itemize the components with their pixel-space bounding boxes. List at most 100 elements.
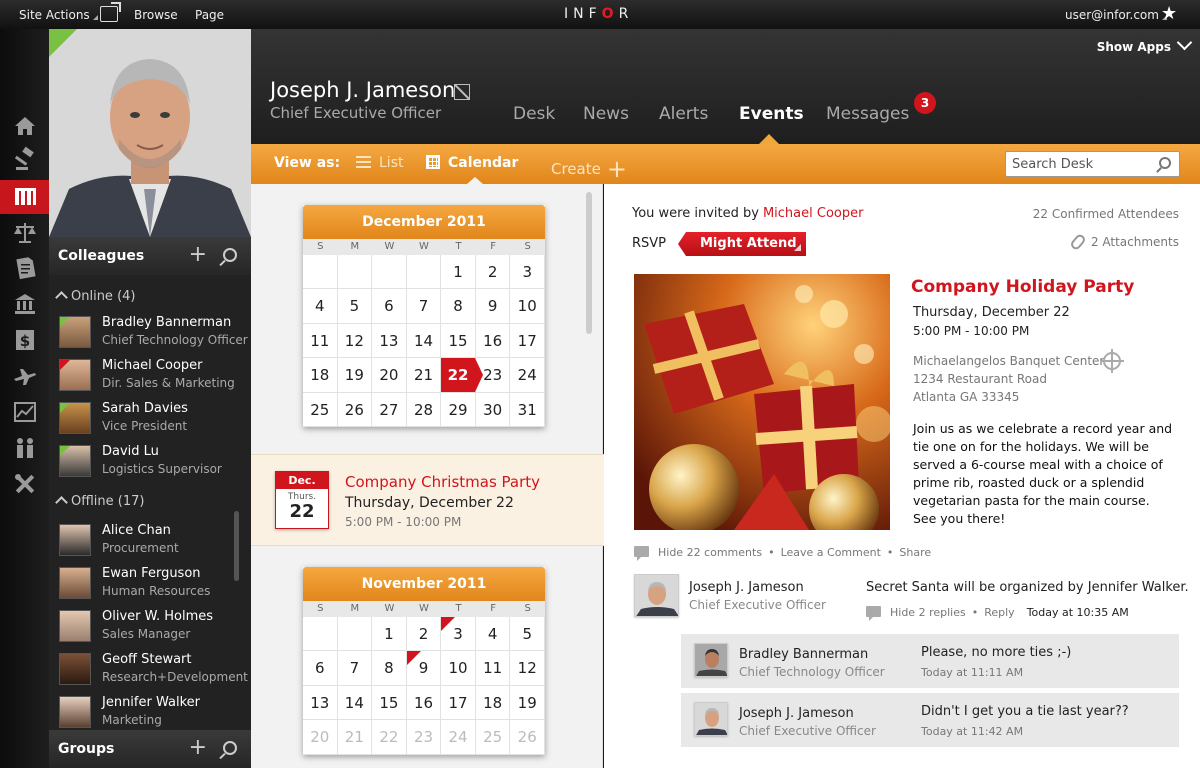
- colleague-item[interactable]: Ewan Ferguson Human Resources: [59, 565, 244, 605]
- calendar-day[interactable]: 26: [337, 392, 373, 427]
- calendar-day[interactable]: 8: [441, 289, 476, 324]
- calendar-day[interactable]: 7: [406, 289, 442, 324]
- calendar-day[interactable]: 11: [475, 651, 511, 686]
- calendar-day[interactable]: 17: [441, 685, 476, 721]
- tab-news[interactable]: News: [583, 104, 629, 124]
- calendar-day[interactable]: 21: [406, 358, 442, 393]
- calendar-day[interactable]: 26: [510, 720, 545, 755]
- share-out-icon[interactable]: [100, 6, 118, 22]
- search-colleagues-icon[interactable]: [223, 248, 237, 262]
- calendar-day[interactable]: 17: [510, 323, 545, 359]
- calendar-day[interactable]: 16: [406, 685, 442, 721]
- calendar-day[interactable]: 5: [510, 617, 545, 652]
- event-title-link[interactable]: Company Christmas Party: [345, 473, 540, 491]
- colleague-item[interactable]: Sarah Davies Vice President: [59, 400, 244, 440]
- chart-icon[interactable]: [0, 395, 49, 429]
- calendar-day[interactable]: 6: [303, 651, 338, 686]
- calendar-day[interactable]: 20: [372, 358, 407, 393]
- calendar-day[interactable]: 28: [406, 392, 442, 427]
- scales-icon[interactable]: [0, 216, 49, 250]
- calendar-day[interactable]: 5: [337, 289, 373, 324]
- calendar-day[interactable]: 3: [510, 255, 545, 290]
- colleague-item[interactable]: Jennifer Walker Marketing: [59, 694, 244, 734]
- calendar-day[interactable]: 10: [441, 651, 476, 686]
- calendar-day[interactable]: 9: [475, 289, 511, 324]
- calendar-day[interactable]: 2: [475, 255, 511, 290]
- inviter-link[interactable]: Michael Cooper: [763, 206, 864, 221]
- calendar-day[interactable]: 1: [441, 255, 476, 290]
- calendar-day[interactable]: 25: [303, 392, 338, 427]
- gavel-icon[interactable]: [0, 142, 49, 176]
- colleague-item[interactable]: Michael Cooper Dir. Sales & Marketing: [59, 357, 244, 397]
- document-icon[interactable]: [0, 251, 49, 285]
- calendar-day[interactable]: 23: [406, 720, 442, 755]
- favorite-star-icon[interactable]: ★: [1161, 3, 1177, 24]
- bank-icon[interactable]: [0, 287, 49, 321]
- calendar-day[interactable]: 18: [475, 685, 511, 721]
- calendar-day[interactable]: 24: [510, 358, 545, 393]
- people-icon[interactable]: [0, 431, 49, 465]
- hide-replies-link[interactable]: Hide 2 replies: [890, 606, 966, 619]
- calendar-day[interactable]: 4: [303, 289, 338, 324]
- calendar-day[interactable]: 29: [441, 392, 476, 427]
- calendar-day[interactable]: 15: [441, 323, 476, 359]
- calendar-day[interactable]: 8: [372, 651, 407, 686]
- add-group-icon[interactable]: +: [189, 737, 207, 759]
- calendar-day[interactable]: 1: [372, 617, 407, 652]
- avatar[interactable]: [694, 643, 728, 677]
- tools-icon[interactable]: [0, 467, 49, 501]
- comment-author[interactable]: Joseph J. Jameson: [689, 580, 804, 595]
- create-event-button[interactable]: Create +: [551, 155, 627, 183]
- attachments-link[interactable]: 2 Attachments: [1068, 232, 1179, 252]
- calendar-day[interactable]: 14: [406, 323, 442, 359]
- show-apps-button[interactable]: Show Apps: [1097, 34, 1193, 54]
- calendar-day[interactable]: 7: [337, 651, 373, 686]
- avatar[interactable]: [694, 702, 728, 736]
- tab-events[interactable]: Events: [739, 104, 804, 124]
- site-actions-menu[interactable]: Site Actions: [19, 8, 98, 22]
- event-list-item[interactable]: Dec. Thurs. 22 Company Christmas Party T…: [251, 454, 604, 546]
- organization-icon[interactable]: [0, 180, 49, 214]
- colleagues-scrollbar[interactable]: [234, 511, 239, 581]
- search-desk-input[interactable]: Search Desk: [1005, 151, 1180, 177]
- dollar-icon[interactable]: $: [0, 323, 49, 357]
- calendar-day[interactable]: 24: [441, 720, 476, 755]
- calendar-day[interactable]: 12: [510, 651, 545, 686]
- calendar-day[interactable]: 13: [303, 685, 338, 721]
- share-link[interactable]: Share: [899, 546, 931, 559]
- add-colleague-icon[interactable]: +: [189, 244, 207, 266]
- rsvp-dropdown[interactable]: Might Attend: [678, 232, 806, 256]
- calendar-day[interactable]: 21: [337, 720, 373, 755]
- reply-author[interactable]: Bradley Bannerman: [739, 647, 868, 662]
- browse-menu[interactable]: Browse: [134, 8, 178, 22]
- calendar-day[interactable]: 13: [372, 323, 407, 359]
- calendar-day[interactable]: 25: [475, 720, 511, 755]
- reply-author[interactable]: Joseph J. Jameson: [739, 706, 854, 721]
- calendar-day[interactable]: 30: [475, 392, 511, 427]
- airplane-icon[interactable]: [0, 359, 49, 393]
- profile-photo[interactable]: [49, 29, 251, 237]
- attendees-link[interactable]: 22 Confirmed Attendees: [1033, 207, 1179, 221]
- tab-alerts[interactable]: Alerts: [659, 104, 708, 124]
- calendar-day[interactable]: 27: [372, 392, 407, 427]
- calendar-day[interactable]: 19: [337, 358, 373, 393]
- calendar-day[interactable]: 9: [406, 651, 442, 686]
- home-icon[interactable]: [0, 109, 49, 143]
- map-location-icon[interactable]: [1100, 349, 1124, 373]
- colleague-item[interactable]: Oliver W. Holmes Sales Manager: [59, 608, 244, 648]
- calendar-day[interactable]: 18: [303, 358, 338, 393]
- hide-comments-link[interactable]: Hide 22 comments: [658, 546, 762, 559]
- edit-profile-icon[interactable]: [454, 84, 470, 100]
- calendar-day[interactable]: 14: [337, 685, 373, 721]
- calendar-view-button[interactable]: Calendar: [426, 155, 518, 171]
- colleague-item[interactable]: David Lu Logistics Supervisor: [59, 443, 244, 483]
- calendar-day[interactable]: 3: [441, 617, 476, 652]
- search-icon[interactable]: [1159, 157, 1171, 169]
- calendar-day[interactable]: 6: [372, 289, 407, 324]
- avatar[interactable]: [634, 574, 679, 617]
- tab-messages[interactable]: Messages: [826, 104, 909, 124]
- reply-link[interactable]: Reply: [984, 606, 1014, 619]
- calendar-scrollbar[interactable]: [586, 192, 592, 334]
- page-menu[interactable]: Page: [195, 8, 224, 22]
- calendar-day[interactable]: 31: [510, 392, 545, 427]
